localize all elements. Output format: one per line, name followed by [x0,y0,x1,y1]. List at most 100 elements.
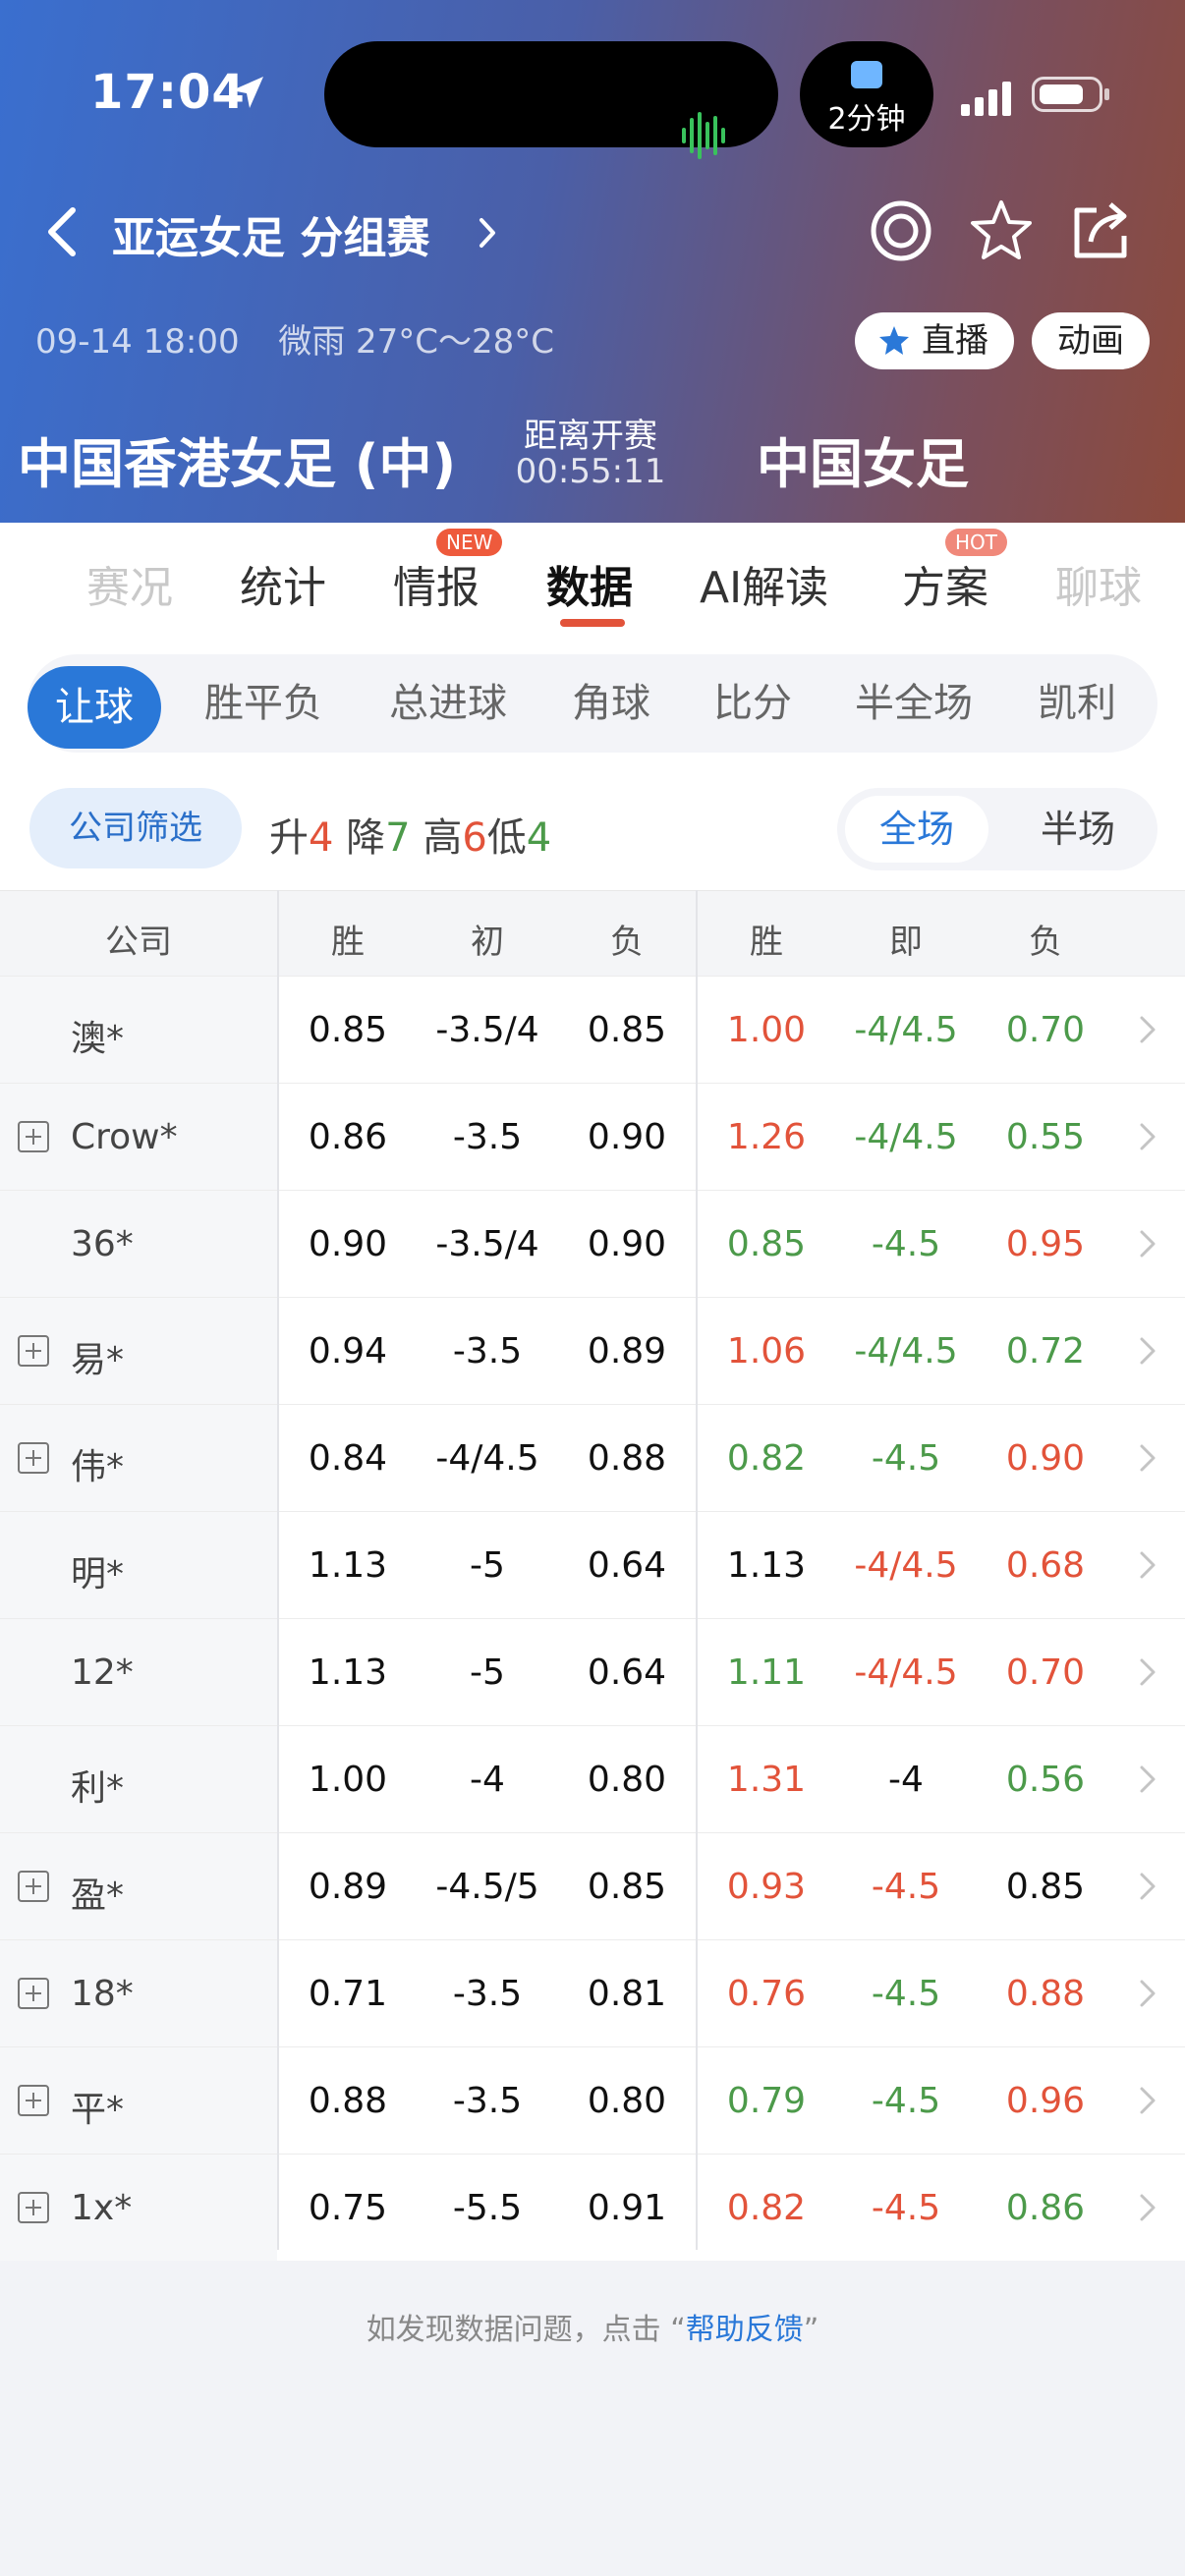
table-body: 澳* 0.85 -3.5/4 0.85 1.00 -4/4.5 0.70 Crow* 0.86 -… [0,976,1185,2261]
init-handicap: -5.5 [452,2188,523,2228]
dynamic-island[interactable] [324,41,778,159]
live-label: 直播 [922,321,988,361]
chevron-right-icon[interactable] [1138,2085,1157,2116]
live-win-odds: 0.76 [726,1974,807,2014]
chevron-right-icon[interactable] [1138,1335,1157,1367]
table-row[interactable]: 伟* 0.84 -4/4.5 0.88 0.82 -4.5 0.90 [0,1404,1185,1511]
live-handicap: -4.5 [871,1224,941,1264]
company-name: 利* [71,1768,125,1809]
tab-chat[interactable]: 聊球 [1055,552,1142,615]
header-init-win: 胜 [331,923,365,962]
animation-button[interactable]: 动画 [1032,312,1150,369]
odds-table: 公司 胜 初 负 胜 即 负 澳* 0.85 -3.5/4 0.85 1.00 -4/4.… [0,890,1185,2261]
chevron-right-icon[interactable] [470,210,505,255]
chevron-right-icon[interactable] [1138,2192,1157,2223]
table-row[interactable]: 36* 0.90 -3.5/4 0.90 0.85 -4.5 0.95 [0,1190,1185,1297]
table-row[interactable]: 18* 0.71 -3.5 0.81 0.76 -4.5 0.88 [0,1939,1185,2046]
table-row[interactable]: 12* 1.13 -5 0.64 1.11 -4/4.5 0.70 [0,1618,1185,1725]
init-lose-odds: 0.64 [587,1652,667,1693]
company-name: 盈* [71,1876,125,1916]
tab-intel[interactable]: 情报 [393,552,480,615]
chevron-right-icon[interactable] [1138,1442,1157,1474]
away-team: 中国女足 [757,433,969,495]
new-badge: NEW [436,529,503,556]
status-bar: 17:04 2分钟 [0,0,1185,187]
init-lose-odds: 0.89 [587,1331,667,1372]
table-row[interactable]: 明* 1.13 -5 0.64 1.13 -4/4.5 0.68 [0,1511,1185,1618]
table-row[interactable]: 1x* 0.75 -5.5 0.91 0.82 -4.5 0.86 [0,2154,1185,2261]
chevron-right-icon[interactable] [1138,1014,1157,1045]
target-icon[interactable] [867,196,935,265]
share-icon[interactable] [1067,196,1136,265]
table-row[interactable]: 易* 0.94 -3.5 0.89 1.06 -4/4.5 0.72 [0,1297,1185,1404]
animation-label: 动画 [1057,321,1124,361]
init-lose-odds: 0.85 [587,1867,667,1907]
tab-plan[interactable]: 方案 [902,552,988,615]
subtab-handicap[interactable]: 让球 [28,666,161,749]
expand-plus-icon[interactable] [18,1442,49,1474]
company-filter-button[interactable]: 公司筛选 [29,788,242,868]
star-icon[interactable] [967,196,1036,265]
live-lose-odds: 0.68 [1005,1545,1086,1586]
low-label: 低 [486,815,527,861]
subtab-kelly[interactable]: 凯利 [1038,676,1116,731]
tab-ai[interactable]: AI解读 [700,552,828,615]
feedback-note: 如发现数据问题，点击 “帮助反馈” [0,2305,1185,2348]
top-nav: 亚运女足 分组赛 [0,187,1185,275]
chevron-right-icon[interactable] [1138,1656,1157,1688]
subtab-total-goals[interactable]: 总进球 [389,676,507,731]
hot-badge: HOT [945,529,1007,556]
help-feedback-link[interactable]: 帮助反馈 [686,2313,804,2347]
chevron-right-icon[interactable] [1138,1871,1157,1902]
chevron-right-icon[interactable] [1138,1121,1157,1152]
table-row[interactable]: 盈* 0.89 -4.5/5 0.85 0.93 -4.5 0.85 [0,1832,1185,1939]
company-name: 明* [71,1554,125,1595]
subtab-corners[interactable]: 角球 [572,676,650,731]
live-handicap: -4/4.5 [854,1545,958,1586]
timer-pill[interactable]: 2分钟 [800,41,933,147]
page-title[interactable]: 亚运女足 分组赛 [112,202,429,265]
subtab-1x2[interactable]: 胜平负 [204,676,322,731]
subtab-score[interactable]: 比分 [713,676,792,731]
table-row[interactable]: 平* 0.88 -3.5 0.80 0.79 -4.5 0.96 [0,2046,1185,2154]
chevron-right-icon[interactable] [1138,1978,1157,2009]
chevron-right-icon[interactable] [1138,1764,1157,1795]
live-win-odds: 1.00 [726,1010,807,1050]
subtab-half-full[interactable]: 半全场 [855,676,973,731]
expand-plus-icon[interactable] [18,1871,49,1902]
column-divider [696,890,698,2250]
company-cell: 平* [0,2047,277,2154]
tab-live[interactable]: 赛况 [86,552,173,615]
table-row[interactable]: 利* 1.00 -4 0.80 1.31 -4 0.56 [0,1725,1185,1832]
init-lose-odds: 0.80 [587,1760,667,1800]
scope-full-button[interactable]: 全场 [845,796,988,863]
chevron-right-icon[interactable] [1138,1549,1157,1581]
init-handicap: -3.5/4 [435,1010,539,1050]
expand-plus-icon[interactable] [18,1978,49,2009]
back-icon[interactable] [39,202,90,261]
init-handicap: -3.5 [452,2081,523,2121]
cellular-signal-icon [961,82,1011,116]
company-cell: 盈* [0,1833,277,1939]
live-win-odds: 1.06 [726,1331,807,1372]
expand-plus-icon[interactable] [18,2192,49,2223]
table-row[interactable]: Crow* 0.86 -3.5 0.90 1.26 -4/4.5 0.55 [0,1083,1185,1190]
init-lose-odds: 0.91 [587,2188,667,2228]
company-name: 36* [71,1224,134,1264]
live-button[interactable]: 直播 [855,312,1014,369]
company-cell: 明* [0,1512,277,1618]
countdown-label: 距离开赛 [524,417,657,456]
live-lose-odds: 0.85 [1005,1867,1086,1907]
expand-plus-icon[interactable] [18,2085,49,2116]
expand-plus-icon[interactable] [18,1121,49,1152]
chevron-right-icon[interactable] [1138,1228,1157,1260]
tab-stats[interactable]: 统计 [240,552,326,615]
init-win-odds: 0.86 [308,1117,388,1157]
tab-data[interactable]: 数据 [546,552,633,615]
app-icon [851,61,882,88]
odds-type-tabs: 让球 胜平负 总进球 角球 比分 半全场 凯利 [28,654,1157,753]
table-row[interactable]: 澳* 0.85 -3.5/4 0.85 1.00 -4/4.5 0.70 [0,976,1185,1083]
expand-plus-icon[interactable] [18,1335,49,1367]
scope-half-button[interactable]: 半场 [1006,796,1150,863]
header-company: 公司 [105,923,172,962]
